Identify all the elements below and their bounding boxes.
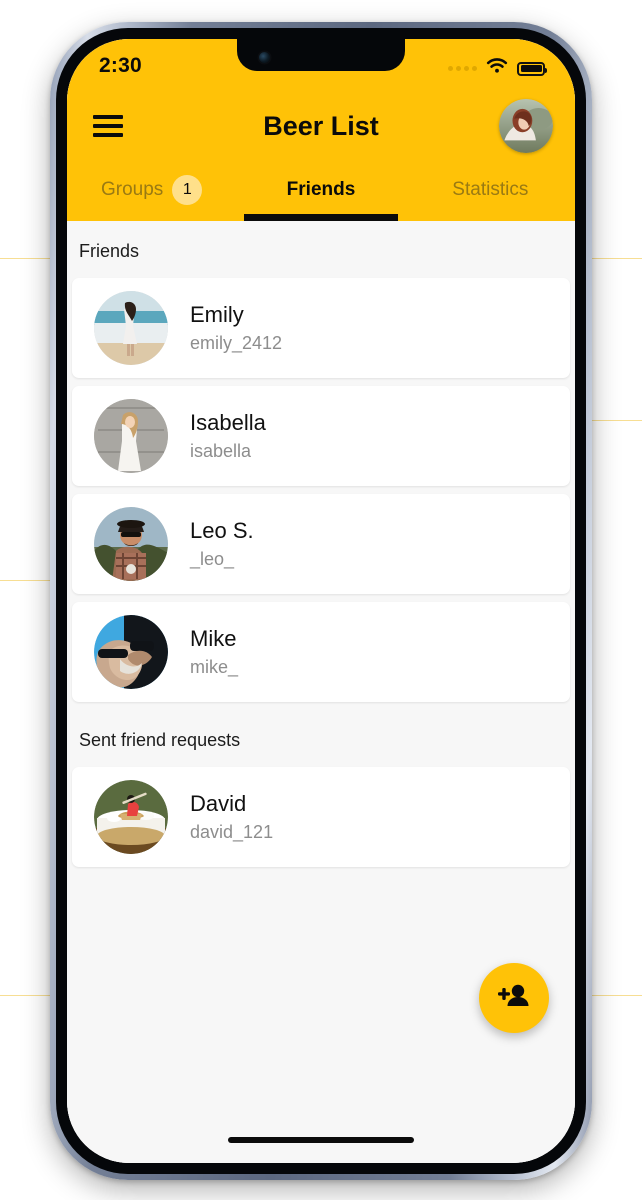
phone-screen: 2:30 Beer List Groups 1 Friends Statisti…: [67, 39, 575, 1163]
app-header: Beer List: [67, 93, 575, 159]
section-title-sent-requests: Sent friend requests: [79, 730, 241, 750]
list-item-text: Isabella isabella: [190, 409, 266, 463]
person-name: Leo S.: [190, 518, 254, 544]
person-handle: mike_: [190, 656, 239, 677]
app-topbar: 2:30 Beer List Groups 1 Friends Statisti…: [67, 39, 575, 221]
person-handle: _leo_: [190, 548, 235, 569]
person-handle: isabella: [190, 440, 252, 461]
list-item-text: Leo S. _leo_: [190, 517, 254, 571]
tab-statistics[interactable]: Statistics: [406, 159, 575, 221]
tab-friends-label: Friends: [286, 179, 356, 200]
avatar: [94, 399, 168, 473]
person-handle: emily_2412: [190, 332, 283, 353]
avatar: [94, 507, 168, 581]
tab-groups[interactable]: Groups 1: [67, 159, 236, 221]
front-camera-icon: [259, 52, 270, 63]
device-notch: [237, 39, 405, 71]
bottom-bar: [67, 1117, 575, 1163]
phone-bezel: 2:30 Beer List Groups 1 Friends Statisti…: [56, 28, 586, 1174]
list-item[interactable]: Emily emily_2412: [72, 278, 570, 378]
status-time: 2:30: [99, 54, 142, 77]
list-item[interactable]: Mike mike_: [72, 602, 570, 702]
person-name: Mike: [190, 626, 237, 652]
avatar: [94, 780, 168, 854]
friends-list[interactable]: Friends Emily emily_2412 Isabella isabel…: [67, 221, 575, 1117]
section-title-friends: Friends: [79, 241, 140, 261]
wifi-icon: [485, 57, 509, 80]
tab-friends[interactable]: Friends: [236, 159, 405, 221]
tab-groups-badge: 1: [172, 175, 203, 205]
tab-bar: Groups 1 Friends Statistics: [67, 159, 575, 221]
person-handle: david_121: [190, 821, 274, 842]
hamburger-menu-icon[interactable]: [93, 115, 123, 137]
list-item-text: David david_121: [190, 790, 273, 844]
tab-groups-label: Groups: [101, 179, 164, 200]
battery-full-icon: [517, 61, 547, 76]
status-indicators: [448, 55, 547, 80]
phone-frame: 2:30 Beer List Groups 1 Friends Statisti…: [50, 22, 592, 1180]
list-item-text: Mike mike_: [190, 625, 238, 679]
list-item-text: Emily emily_2412: [190, 301, 282, 355]
signal-dots-icon: [448, 66, 477, 71]
person-add-icon: [497, 982, 531, 1015]
avatar: [94, 615, 168, 689]
home-indicator[interactable]: [228, 1137, 414, 1143]
list-item[interactable]: Leo S. _leo_: [72, 494, 570, 594]
avatar: [94, 291, 168, 365]
user-profile-avatar[interactable]: [499, 99, 553, 153]
person-name: Isabella: [190, 410, 266, 436]
add-friend-fab-button[interactable]: [479, 963, 549, 1033]
active-tab-indicator: [244, 214, 398, 221]
list-item[interactable]: David david_121: [72, 767, 570, 867]
person-name: David: [190, 791, 247, 817]
tab-statistics-label: Statistics: [452, 179, 529, 200]
app-root: 2:30 Beer List Groups 1 Friends Statisti…: [67, 39, 575, 1163]
person-name: Emily: [190, 302, 244, 328]
list-item[interactable]: Isabella isabella: [72, 386, 570, 486]
screenshot-stage: 2:30 Beer List Groups 1 Friends Statisti…: [0, 0, 642, 1200]
